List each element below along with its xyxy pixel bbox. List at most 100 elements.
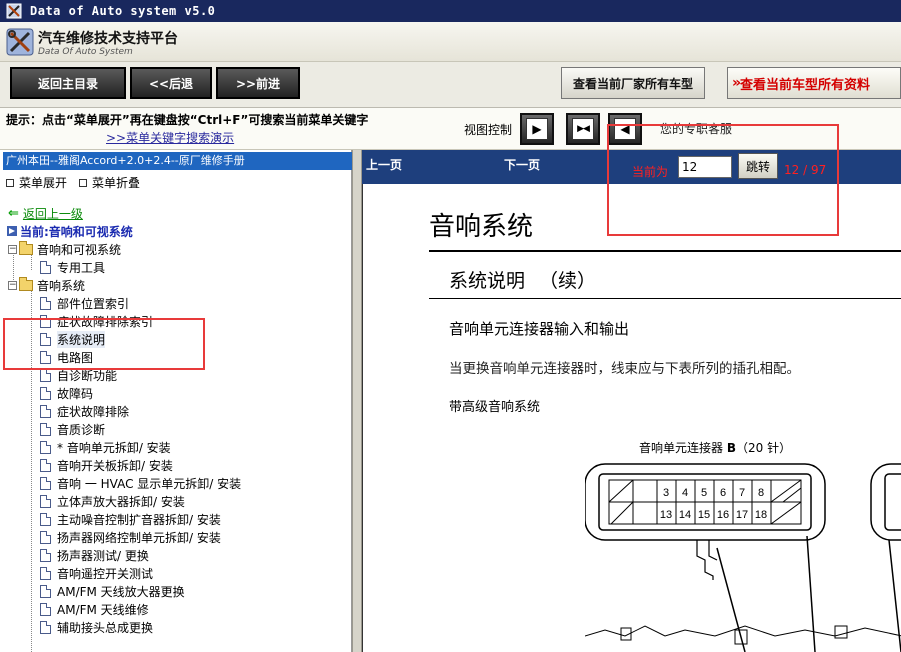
tree-item[interactable]: 音质诊断 [40, 420, 105, 438]
pin-label: 4 [682, 487, 688, 499]
main-toolbar: 返回主目录 <<后退 >>前进 查看当前厂家所有车型 » 查看当前车型所有资料 [0, 62, 901, 108]
doc-subsection: 音响单元连接器输入和输出 [449, 320, 630, 338]
tree-item-label: 系统说明 [57, 330, 106, 348]
tree-item-label: 主动噪音控制扩音器拆卸/ 安装 [57, 512, 221, 527]
document-viewer: 上一页 下一页 当前为 跳转 12 / 97 音响系统 系统说明 （续） 音响单元… [362, 150, 901, 652]
tree-item-selected[interactable]: 系统说明 [40, 330, 106, 348]
pin-label: 8 [758, 487, 764, 499]
pin-label: 14 [679, 509, 691, 521]
menu-expand-label: 菜单展开 [19, 176, 68, 190]
tree-item[interactable]: 电路图 [40, 348, 93, 366]
tree-item[interactable]: 专用工具 [40, 258, 105, 276]
go-button[interactable]: 跳转 [738, 153, 778, 179]
pin-label: 6 [720, 487, 726, 499]
document-icon [40, 314, 51, 328]
back-arrow-icon: ⇐ [8, 205, 19, 221]
tree-item-label: 部件位置索引 [57, 296, 130, 311]
tree-item-label: 音响 一 HVAC 显示单元拆卸/ 安装 [57, 476, 242, 491]
tree-item[interactable]: * 音响单元拆卸/ 安装 [40, 438, 171, 456]
view-split-button[interactable]: ▶◀ [566, 113, 600, 145]
tree-item[interactable]: 音响 一 HVAC 显示单元拆卸/ 安装 [40, 474, 241, 492]
window-titlebar: Data of Auto system v5.0 [0, 0, 901, 22]
folder-open-icon [19, 276, 33, 291]
tree-item-label: 立体声放大器拆卸/ 安装 [57, 494, 185, 509]
back-up-link[interactable]: ⇐ 返回上一级 [8, 204, 83, 222]
tree-item[interactable]: AM/FM 天线维修 [40, 600, 149, 618]
page-count: 12 / 97 [784, 163, 827, 177]
pin-label: 17 [736, 509, 748, 521]
search-demo-link[interactable]: >>菜单关键字搜索演示 [106, 129, 234, 146]
back-up-label: 返回上一级 [22, 206, 83, 221]
document-icon [40, 512, 51, 526]
document-icon [40, 422, 51, 436]
tree-item[interactable]: 音响遥控开关测试 [40, 564, 153, 582]
tree-item[interactable]: 症状故障排除 [40, 402, 129, 420]
document-icon [40, 548, 51, 562]
arrow-right-icon: ▶ [526, 118, 548, 140]
collapse-toggle-icon[interactable]: − [8, 280, 17, 290]
tree-item-label: 扬声器测试/ 更换 [57, 548, 149, 563]
tree-item-label: 扬声器网络控制单元拆卸/ 安装 [57, 530, 221, 545]
document-icon [40, 530, 51, 544]
window-title: Data of Auto system v5.0 [30, 4, 216, 18]
maker-models-button[interactable]: 查看当前厂家所有车型 [561, 67, 705, 99]
current-model-button[interactable]: » 查看当前车型所有资料 [727, 67, 901, 99]
pin-label: 13 [660, 509, 672, 521]
tree-item[interactable]: 扬声器网络控制单元拆卸/ 安装 [40, 528, 221, 546]
document-icon [40, 494, 51, 508]
view-left-button[interactable]: ▶ [520, 113, 554, 145]
menu-collapse-button[interactable]: 菜单折叠 [79, 174, 140, 191]
tree-item[interactable]: 辅助接头总成更换 [40, 618, 153, 636]
back-button[interactable]: <<后退 [130, 67, 212, 99]
document-icon [40, 458, 51, 472]
view-right-button[interactable]: ◀ [608, 113, 642, 145]
app-icon [6, 3, 22, 19]
pager-bar: 上一页 下一页 当前为 跳转 12 / 97 [362, 150, 901, 184]
menu-expand-button[interactable]: 菜单展开 [6, 174, 67, 191]
tree-item-label: 专用工具 [57, 260, 106, 275]
tree-item[interactable]: 症状故障排除索引 [40, 312, 153, 330]
home-button[interactable]: 返回主目录 [10, 67, 126, 99]
tree-item[interactable]: 扬声器测试/ 更换 [40, 546, 149, 564]
document-page: 音响系统 系统说明 （续） 音响单元连接器输入和输出 当更换音响单元连接器时，线束… [362, 184, 901, 652]
document-icon [40, 260, 51, 274]
tree-item-label: 辅助接头总成更换 [57, 620, 154, 635]
expert-label: 您的专职客服 [660, 122, 733, 136]
forward-button[interactable]: >>前进 [216, 67, 300, 99]
panel-splitter[interactable] [352, 150, 362, 652]
title-divider [429, 250, 901, 252]
doc-section-cont: （续） [539, 270, 597, 292]
tree-item[interactable]: 自诊断功能 [40, 366, 117, 384]
tree-folder-av[interactable]: − 音响和可视系统 [8, 240, 121, 258]
tree-item[interactable]: 主动噪音控制扩音器拆卸/ 安装 [40, 510, 221, 528]
tree-item[interactable]: AM/FM 天线放大器更换 [40, 582, 185, 600]
connector-title: 音响单元连接器 B（20 针） [639, 439, 791, 456]
document-icon [40, 584, 51, 598]
tree-item[interactable]: 故障码 [40, 384, 93, 402]
connector-title-suffix: （20 针） [735, 441, 792, 455]
tree-item-label: 音响开关板拆卸/ 安装 [57, 458, 173, 473]
page-number-input[interactable] [678, 156, 732, 178]
square-icon [79, 178, 88, 187]
document-icon [40, 386, 51, 400]
section-divider [429, 298, 901, 299]
tree-item[interactable]: 音响开关板拆卸/ 安装 [40, 456, 173, 474]
doc-paragraph: 当更换音响单元连接器时，线束应与下表所列的插孔相配。 [449, 361, 800, 377]
current-marker-icon [7, 226, 17, 236]
collapse-toggle-icon[interactable]: − [8, 244, 17, 254]
document-icon [40, 350, 51, 364]
tree-item-label: AM/FM 天线放大器更换 [57, 584, 185, 599]
next-page-link[interactable]: 下一页 [504, 156, 540, 173]
document-icon [40, 602, 51, 616]
tree-item-label: 症状故障排除索引 [57, 314, 154, 329]
tree-folder-audio[interactable]: − 音响系统 [8, 276, 85, 294]
square-icon [6, 178, 14, 187]
tree-item-label: 电路图 [57, 350, 94, 365]
document-icon [40, 368, 51, 382]
tree-item[interactable]: 立体声放大器拆卸/ 安装 [40, 492, 185, 510]
prev-page-link[interactable]: 上一页 [366, 156, 402, 173]
tree-item[interactable]: 部件位置索引 [40, 294, 129, 312]
document-icon [40, 566, 51, 580]
pin-label: 16 [717, 509, 729, 521]
tree-item-label: 音响遥控开关测试 [57, 566, 154, 581]
